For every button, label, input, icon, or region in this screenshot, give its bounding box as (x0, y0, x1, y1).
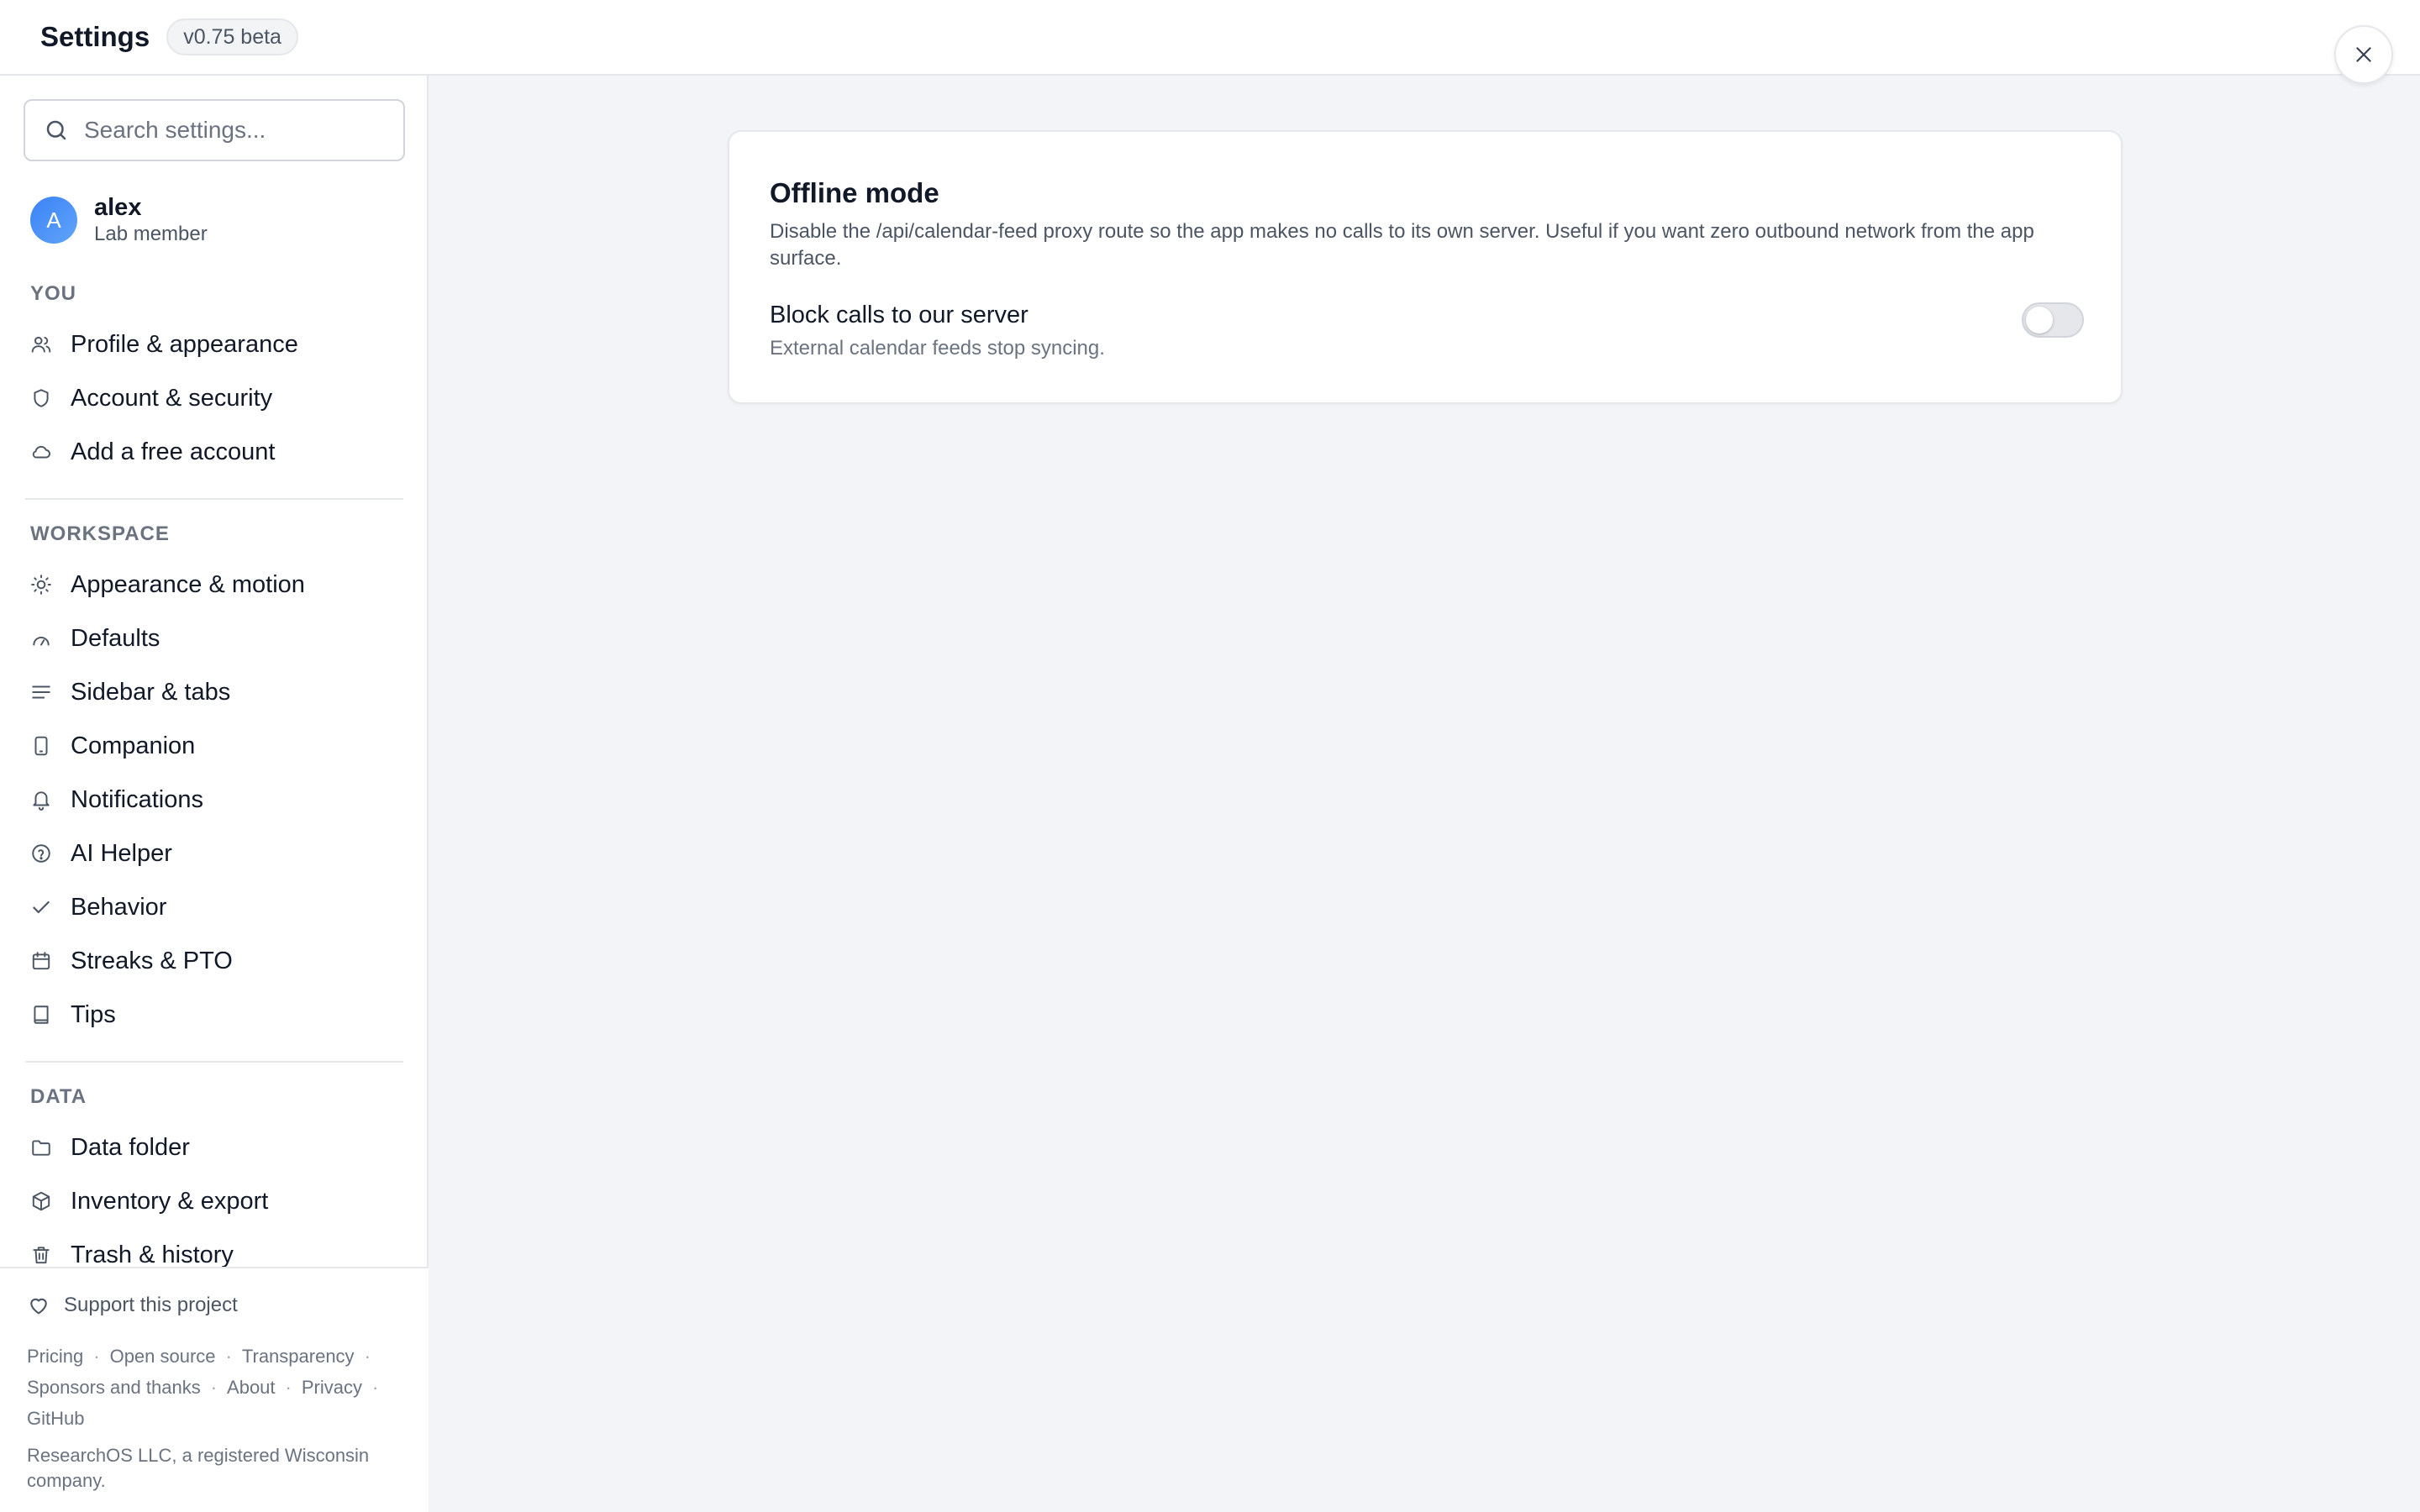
sidebar-item-label: Streaks & PTO (71, 947, 233, 974)
sidebar-item-label: AI Helper (71, 839, 172, 867)
github-link[interactable]: GitHub (27, 1408, 84, 1429)
sidebar-item-label: Tips (71, 1000, 116, 1028)
sidebar-item-label: Behavior (71, 893, 167, 921)
trash-icon (30, 1244, 52, 1266)
company-info: ResearchOS LLC, a registered Wisconsin c… (27, 1445, 370, 1491)
calendar-icon (30, 950, 52, 972)
open-source-link[interactable]: Open source (110, 1346, 216, 1367)
link-separator: · (364, 1346, 371, 1367)
bell-icon (30, 789, 52, 811)
link-separator: · (285, 1377, 292, 1398)
section-label-workspace: WORKSPACE (30, 522, 170, 545)
sidebar-item-label: Account & security (71, 384, 273, 412)
page-title: Settings (40, 21, 150, 52)
heart-icon (27, 1294, 50, 1317)
sidebar-footer: Support this project Pricing · Open source… (0, 1267, 429, 1512)
sidebar-item-ai-helper[interactable]: AI Helper (30, 832, 172, 875)
help-circle-icon (30, 843, 52, 864)
link-separator: · (371, 1377, 379, 1398)
sidebar-item-label: Companion (71, 732, 196, 759)
footer-links: Pricing · Open source · Transparency · Sponso… (27, 1341, 405, 1434)
user-role: Lab member (94, 223, 208, 245)
section-divider (25, 1061, 403, 1063)
section-label-you: YOU (30, 282, 77, 305)
sidebar-item-label: Profile & appearance (71, 330, 298, 358)
offline-mode-card: Offline mode Disable the /api/calendar-f… (728, 130, 2123, 404)
sidebar-item-tips[interactable]: Tips (30, 993, 116, 1037)
setting-description: External calendar feeds stop syncing. (770, 337, 1105, 360)
sidebar-item-label: Sidebar & tabs (71, 678, 231, 706)
version-badge: v0.75 beta (166, 18, 298, 55)
block-calls-toggle[interactable] (2022, 302, 2084, 338)
sidebar-item-behavior[interactable]: Behavior (30, 885, 166, 929)
section-divider (25, 498, 403, 500)
support-link[interactable]: Support this project (27, 1294, 238, 1317)
users-icon (30, 333, 52, 355)
search-icon (44, 118, 69, 143)
sidebar-item-label: Defaults (71, 624, 160, 652)
search-input[interactable] (84, 117, 387, 144)
pricing-link[interactable]: Pricing (27, 1346, 83, 1367)
sidebar-item-sidebar-tabs[interactable]: Sidebar & tabs (30, 670, 230, 714)
gauge-icon (30, 627, 52, 649)
sidebar-item-inventory[interactable]: Inventory & export (30, 1179, 268, 1223)
box-icon (30, 1190, 52, 1212)
setting-title: Block calls to our server (770, 302, 1028, 328)
close-icon (2353, 44, 2375, 66)
sidebar-item-appearance[interactable]: Appearance & motion (30, 563, 305, 606)
sun-icon (30, 574, 52, 596)
sidebar-item-streaks[interactable]: Streaks & PTO (30, 939, 233, 983)
sidebar-item-add-account[interactable]: Add a free account (30, 430, 275, 474)
card-title: Offline mode (770, 177, 939, 208)
menu-lines-icon (30, 681, 52, 703)
close-button[interactable] (2334, 25, 2393, 84)
link-separator: · (93, 1346, 100, 1367)
shield-icon (30, 387, 52, 409)
user-name: alex (94, 194, 142, 221)
sidebar-item-defaults[interactable]: Defaults (30, 617, 160, 660)
privacy-link[interactable]: Privacy (302, 1377, 362, 1398)
sidebar-item-label: Data folder (71, 1133, 190, 1161)
folder-icon (30, 1137, 52, 1158)
user-profile[interactable]: A alex Lab member (30, 193, 208, 247)
phone-icon (30, 735, 52, 757)
support-label: Support this project (64, 1294, 238, 1316)
card-description: Disable the /api/calendar-feed proxy rou… (770, 220, 2034, 270)
sidebar-item-label: Add a free account (71, 438, 276, 465)
sidebar-item-label: Trash & history (71, 1241, 234, 1268)
sidebar-item-account[interactable]: Account & security (30, 376, 272, 420)
avatar: A (30, 197, 77, 244)
section-label-data: DATA (30, 1085, 87, 1108)
sidebar-item-profile[interactable]: Profile & appearance (30, 323, 298, 366)
sidebar-item-label: Inventory & export (71, 1187, 269, 1215)
toggle-knob (2026, 307, 2053, 333)
link-separator: · (225, 1346, 232, 1367)
cloud-icon (30, 441, 52, 463)
sponsors-link[interactable]: Sponsors and thanks (27, 1377, 201, 1398)
sidebar-item-companion[interactable]: Companion (30, 724, 195, 768)
link-separator: · (210, 1377, 218, 1398)
sidebar-item-label: Appearance & motion (71, 570, 305, 598)
search-box[interactable] (24, 99, 405, 161)
sidebar-item-label: Notifications (71, 785, 203, 813)
book-icon (30, 1004, 52, 1026)
about-link[interactable]: About (227, 1377, 276, 1398)
sidebar-item-notifications[interactable]: Notifications (30, 778, 203, 822)
sidebar-item-data-folder[interactable]: Data folder (30, 1126, 190, 1169)
check-icon (30, 896, 52, 918)
settings-header: Settings v0.75 beta (0, 0, 2420, 76)
transparency-link[interactable]: Transparency (242, 1346, 355, 1367)
